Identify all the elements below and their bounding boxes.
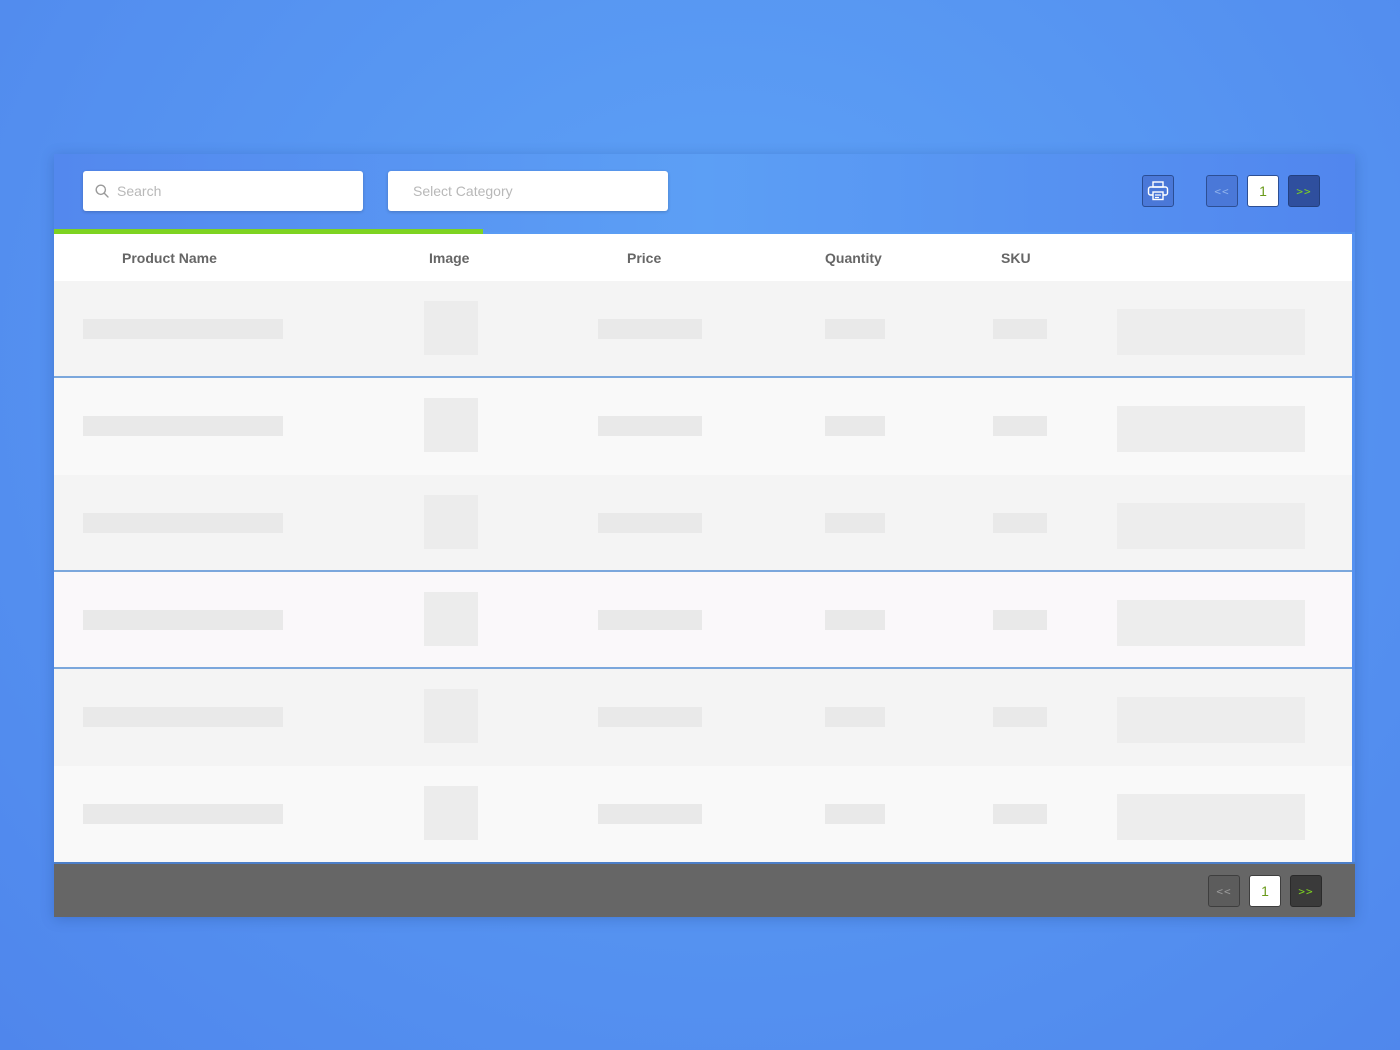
skeleton-product-name: [83, 804, 283, 824]
table-header: Product Name Image Price Quantity SKU: [54, 234, 1352, 281]
skeleton-price: [598, 319, 702, 339]
current-page[interactable]: 1: [1247, 175, 1279, 207]
skeleton-price: [598, 707, 702, 727]
skeleton-price: [598, 610, 702, 630]
skeleton-action: [1117, 406, 1305, 452]
skeleton-action: [1117, 697, 1305, 743]
skeleton-sku: [993, 416, 1047, 436]
product-table: Product Name Image Price Quantity SKU: [54, 234, 1352, 863]
table-row-skeleton: [54, 281, 1352, 378]
product-table-panel: Select Category << 1 >> Product Name Ima…: [54, 154, 1355, 917]
toolbar: Select Category << 1 >>: [54, 154, 1355, 232]
table-row-skeleton: [54, 669, 1352, 766]
skeleton-quantity: [825, 610, 885, 630]
skeleton-action: [1117, 309, 1305, 355]
skeleton-quantity: [825, 513, 885, 533]
skeleton-quantity: [825, 707, 885, 727]
skeleton-action: [1117, 600, 1305, 646]
column-header-quantity[interactable]: Quantity: [825, 250, 882, 266]
skeleton-image: [424, 592, 478, 646]
skeleton-product-name: [83, 416, 283, 436]
column-header-product-name[interactable]: Product Name: [122, 250, 217, 266]
skeleton-sku: [993, 319, 1047, 339]
prev-page-button[interactable]: <<: [1206, 175, 1238, 207]
search-box[interactable]: [83, 171, 363, 211]
skeleton-quantity: [825, 319, 885, 339]
skeleton-quantity: [825, 804, 885, 824]
category-select[interactable]: Select Category: [388, 171, 668, 211]
next-page-button[interactable]: >>: [1290, 875, 1322, 907]
table-row-skeleton: [54, 475, 1352, 572]
skeleton-image: [424, 689, 478, 743]
skeleton-image: [424, 786, 478, 840]
skeleton-price: [598, 513, 702, 533]
skeleton-quantity: [825, 416, 885, 436]
skeleton-product-name: [83, 707, 283, 727]
skeleton-image: [424, 398, 478, 452]
table-row-skeleton: [54, 378, 1352, 475]
table-row-skeleton: [54, 572, 1352, 669]
pagination-bottom: << 1 >>: [1208, 875, 1322, 907]
skeleton-price: [598, 416, 702, 436]
skeleton-sku: [993, 610, 1047, 630]
next-page-button[interactable]: >>: [1288, 175, 1320, 207]
skeleton-image: [424, 495, 478, 549]
skeleton-image: [424, 301, 478, 355]
skeleton-product-name: [83, 319, 283, 339]
search-input[interactable]: [115, 182, 349, 200]
skeleton-sku: [993, 804, 1047, 824]
table-footer: << 1 >>: [54, 862, 1355, 917]
print-button[interactable]: [1142, 175, 1174, 207]
search-icon: [95, 184, 109, 198]
table-row-skeleton: [54, 766, 1352, 863]
skeleton-price: [598, 804, 702, 824]
printer-icon: [1147, 181, 1169, 201]
skeleton-product-name: [83, 610, 283, 630]
skeleton-action: [1117, 503, 1305, 549]
column-header-price[interactable]: Price: [627, 250, 661, 266]
category-select-placeholder: Select Category: [413, 183, 513, 199]
skeleton-product-name: [83, 513, 283, 533]
skeleton-sku: [993, 707, 1047, 727]
prev-page-button[interactable]: <<: [1208, 875, 1240, 907]
pagination-top: << 1 >>: [1206, 175, 1320, 207]
current-page[interactable]: 1: [1249, 875, 1281, 907]
skeleton-action: [1117, 794, 1305, 840]
column-header-image[interactable]: Image: [429, 250, 469, 266]
column-header-sku[interactable]: SKU: [1001, 250, 1031, 266]
skeleton-sku: [993, 513, 1047, 533]
